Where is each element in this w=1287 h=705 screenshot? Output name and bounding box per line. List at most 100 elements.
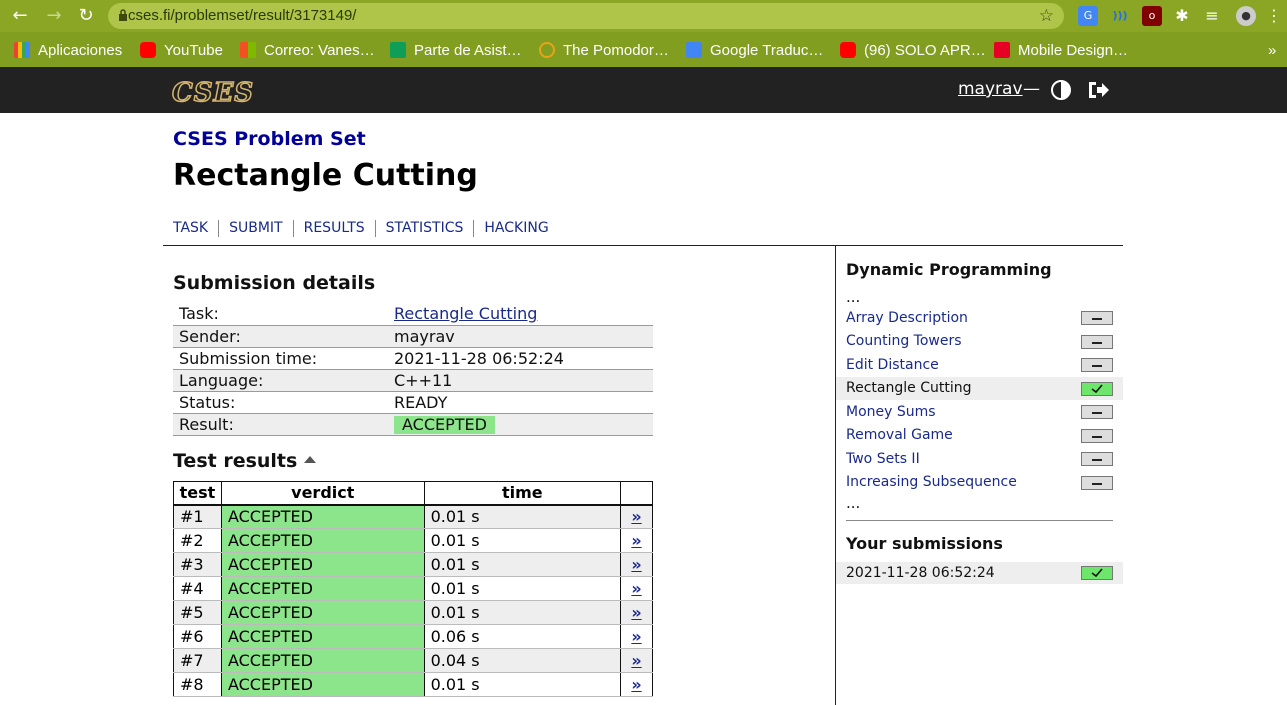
bookmark-asistencia[interactable]: Parte de Asist… — [390, 40, 522, 60]
your-submissions-title: Your submissions — [846, 534, 1003, 553]
test-detail-link[interactable]: » — [620, 648, 653, 673]
table-row: #7 ACCEPTED 0.04 s» — [173, 648, 653, 673]
reading-list-icon[interactable]: ≡ — [1202, 6, 1222, 26]
test-detail-link[interactable]: » — [620, 528, 653, 553]
test-number: #2 — [173, 528, 222, 553]
sidebar-task-item[interactable]: Money Sums — [836, 400, 1123, 424]
test-number: #3 — [173, 552, 222, 577]
header-separator: — — [1023, 79, 1040, 99]
tab-submit[interactable]: SUBMIT — [218, 220, 293, 237]
test-results-label: Test results — [173, 450, 298, 472]
menu-kebab-icon[interactable]: ⋮ — [1264, 6, 1284, 26]
table-row: Status: READY — [173, 391, 653, 414]
tab-task[interactable]: TASK — [173, 220, 218, 237]
sidebar-task-item[interactable]: Edit Distance — [836, 353, 1123, 377]
youtube-icon — [840, 42, 856, 58]
table-row: #3 ACCEPTED 0.01 s» — [173, 552, 653, 577]
bookmark-label: Parte de Asist… — [414, 41, 522, 59]
tab-results[interactable]: RESULTS — [292, 220, 375, 237]
bookmark-label: Mobile Design… — [1018, 41, 1129, 59]
detail-key: Language: — [173, 369, 388, 392]
detail-value: mayrav — [388, 325, 653, 348]
tab-hacking[interactable]: HACKING — [473, 220, 558, 237]
submission-row[interactable]: 2021-11-28 06:52:24 — [836, 562, 1123, 584]
bookmark-pomodoro[interactable]: The Pomodor… — [539, 40, 669, 60]
sidebar-title: Dynamic Programming — [846, 260, 1052, 279]
sidebar-task-item[interactable]: Increasing Subsequence — [836, 471, 1123, 495]
detail-value: 2021-11-28 06:52:24 — [388, 347, 653, 370]
problemset-link[interactable]: CSES Problem Set — [173, 128, 366, 150]
reload-icon[interactable]: ↻ — [74, 4, 98, 28]
not-attempted-icon — [1081, 405, 1113, 419]
user-link[interactable]: mayrav — [958, 79, 1023, 99]
detail-value: C++11 — [388, 369, 653, 392]
bookmark-google-translate[interactable]: Google Traduc… — [686, 40, 823, 60]
time-cell: 0.06 s — [423, 624, 622, 649]
page-title: Rectangle Cutting — [173, 158, 478, 193]
bookmark-outlook[interactable]: Correo: Vanes… — [240, 40, 375, 60]
test-detail-link[interactable]: » — [620, 672, 653, 697]
bookmark-mobile-design[interactable]: Mobile Design… — [994, 40, 1128, 60]
column-header-test: test — [173, 481, 222, 506]
not-attempted-icon — [1081, 428, 1113, 443]
time-cell: 0.01 s — [423, 552, 622, 577]
bookmark-star-icon[interactable]: ☆ — [1039, 6, 1054, 26]
test-detail-link[interactable]: » — [620, 624, 653, 649]
sidebar-task-label: Money Sums — [846, 403, 936, 420]
sidebar-task-item[interactable]: Two Sets II — [836, 447, 1123, 471]
bookmark-label: YouTube — [164, 41, 223, 59]
overflow-chevron-icon: » — [1268, 41, 1277, 59]
address-bar[interactable]: cses.fi/problemset/result/3173149/ ☆ — [108, 3, 1064, 29]
bookmarks-overflow[interactable]: » — [1268, 40, 1276, 60]
column-header-verdict: verdict — [220, 481, 425, 506]
test-detail-link[interactable]: » — [620, 576, 653, 601]
bookmark-youtube[interactable]: YouTube — [140, 40, 223, 60]
submission-details-heading: Submission details — [173, 272, 376, 294]
not-attempted-icon — [1081, 334, 1113, 349]
verdict-cell: ACCEPTED — [220, 624, 425, 649]
google-translate-icon — [686, 42, 702, 58]
test-detail-link[interactable]: » — [620, 600, 653, 625]
bookmark-apps[interactable]: Aplicaciones — [14, 40, 122, 60]
table-row: Sender: mayrav — [173, 325, 653, 348]
back-arrow-icon[interactable]: ← — [8, 4, 32, 28]
site-header: CSES mayrav — — [0, 67, 1287, 113]
detail-key: Result: — [173, 413, 388, 436]
outlook-icon — [240, 42, 256, 58]
accepted-check-icon — [1081, 566, 1113, 580]
detail-key: Status: — [173, 391, 388, 414]
ublock-icon[interactable]: o — [1142, 6, 1162, 26]
verdict-cell: ACCEPTED — [220, 576, 425, 601]
logout-icon[interactable] — [1086, 79, 1110, 101]
theme-toggle-icon[interactable] — [1050, 79, 1072, 101]
table-row: Task: Rectangle Cutting — [173, 303, 653, 326]
table-row: Submission time: 2021-11-28 06:52:24 — [173, 347, 653, 370]
sidebar-task-item[interactable]: Rectangle Cutting — [836, 376, 1123, 400]
apps-grid-icon — [14, 42, 30, 58]
collapse-triangle-icon[interactable] — [304, 456, 317, 463]
sidebar-task-label: Rectangle Cutting — [846, 380, 972, 397]
sidebar-task-item[interactable]: Array Description — [836, 306, 1123, 330]
table-row: Result: ACCEPTED — [173, 413, 653, 436]
cses-logo[interactable]: CSES — [171, 77, 254, 109]
test-number: #8 — [173, 672, 222, 697]
bookmark-label: Aplicaciones — [38, 41, 123, 59]
pinterest-icon — [994, 42, 1010, 58]
test-detail-link[interactable]: » — [620, 552, 653, 577]
test-results-heading[interactable]: Test results — [173, 450, 317, 472]
test-number: #5 — [173, 600, 222, 625]
test-detail-link[interactable]: » — [620, 504, 653, 529]
translate-extension-icon[interactable]: G — [1078, 6, 1098, 26]
profile-avatar[interactable]: ● — [1236, 6, 1256, 26]
sidebar-task-item[interactable]: Counting Towers — [836, 330, 1123, 354]
extensions-puzzle-icon[interactable]: ✱ — [1172, 6, 1192, 26]
bookmark-solo-apr[interactable]: (96) SOLO APR… — [840, 40, 986, 60]
forward-arrow-icon[interactable]: → — [42, 4, 66, 28]
sidebar-divider-line — [846, 520, 1113, 521]
wifi-extension-icon[interactable]: ))) — [1110, 6, 1130, 26]
tab-statistics[interactable]: STATISTICS — [374, 220, 474, 237]
task-link[interactable]: Rectangle Cutting — [394, 304, 537, 323]
verdict-cell: ACCEPTED — [220, 552, 425, 577]
sidebar-task-item[interactable]: Removal Game — [836, 424, 1123, 448]
table-row: #8 ACCEPTED 0.01 s» — [173, 672, 653, 697]
